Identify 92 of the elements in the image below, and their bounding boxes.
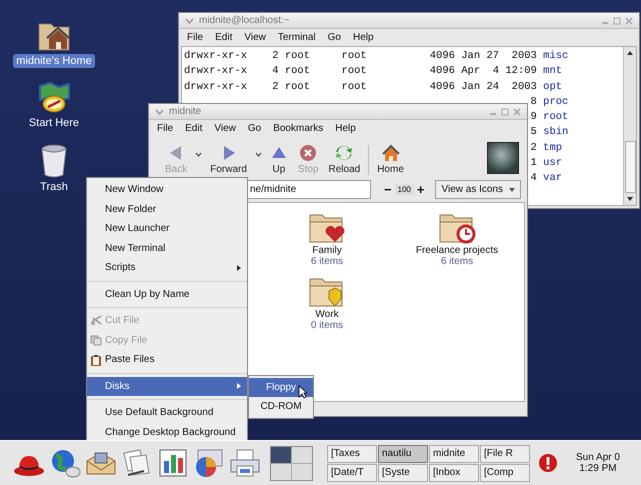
folder-name[interactable]: Family: [312, 245, 342, 256]
taskbar-button[interactable]: [Taxes: [327, 444, 377, 462]
directory-name: mnt: [543, 64, 562, 80]
terminal-text: 9: [530, 111, 537, 124]
taskbar-button[interactable]: [Comp: [480, 464, 530, 482]
terminal-text: 1: [530, 157, 537, 170]
directory-name: misc: [543, 49, 568, 64]
reload-icon: [335, 144, 354, 162]
menu-item[interactable]: Use Default Background: [87, 403, 247, 422]
terminal-text: drwxr-xr-x 4 root root 4096 Apr 4 12:09: [184, 65, 537, 78]
menu-item[interactable]: CD-ROM: [249, 397, 313, 416]
taskbar-button[interactable]: [File R: [480, 444, 530, 462]
clock[interactable]: Sun Apr 0 1:29 PM: [576, 452, 620, 474]
directory-name: sbin: [543, 125, 568, 140]
activity-indicator: [487, 142, 519, 174]
taskbar-button[interactable]: midnite: [429, 444, 479, 462]
directory-name: opt: [543, 80, 562, 95]
menu-item[interactable]: Go: [328, 32, 341, 43]
view-mode-dropdown[interactable]: View as Icons: [435, 180, 521, 199]
directory-name: proc: [543, 94, 568, 110]
taskbar-button[interactable]: nautilu: [378, 444, 428, 462]
menu-item[interactable]: View: [244, 32, 266, 43]
menu-item[interactable]: Floppy: [249, 378, 313, 397]
submenu-arrow-icon: [237, 383, 241, 390]
terminal-text: 8: [530, 96, 537, 108]
desktop-icon-label[interactable]: Start Here: [26, 116, 82, 130]
toolbar-button[interactable]: Up: [268, 144, 290, 175]
menu-item[interactable]: Help: [335, 123, 356, 134]
trash-icon[interactable]: [40, 144, 68, 178]
alert-icon[interactable]: [538, 453, 558, 473]
menu-item[interactable]: Change Desktop Background: [87, 422, 247, 442]
dropdown-caret-icon: [509, 186, 515, 192]
zoom-out-button[interactable]: −: [384, 182, 392, 197]
menu-item[interactable]: Paste Files: [87, 350, 247, 370]
desktop-icon-label[interactable]: Trash: [37, 180, 71, 194]
directory-name: var: [543, 171, 562, 186]
terminal-text: 2: [530, 142, 537, 154]
desktop-icon-label[interactable]: midnite's Home: [13, 54, 95, 68]
toolbar-button[interactable]: Forward: [208, 144, 249, 175]
dropdown-caret-icon[interactable]: [195, 152, 202, 157]
menu-item[interactable]: New Folder: [87, 200, 247, 219]
taskbar-button[interactable]: [Date/T: [327, 464, 377, 482]
item-count: 6 items: [440, 256, 474, 267]
menu-item[interactable]: New Launcher: [87, 219, 247, 238]
menu-item[interactable]: Edit: [185, 123, 202, 134]
compass-map-icon[interactable]: [37, 80, 71, 114]
directory-name: root: [543, 110, 568, 126]
item-count: 6 items: [310, 256, 344, 267]
menu-item[interactable]: Help: [353, 32, 374, 43]
mouse-pointer-icon: [298, 385, 307, 399]
printer-icon[interactable]: [228, 447, 262, 479]
directory-name: usr: [543, 156, 562, 172]
copy-icon: [90, 334, 102, 346]
menu-item[interactable]: File: [157, 123, 174, 134]
scroll-up-icon[interactable]: [626, 49, 634, 57]
submenu-arrow-icon: [237, 264, 241, 271]
scroll-down-icon[interactable]: [626, 195, 634, 203]
taskbar-button[interactable]: [Syste: [378, 464, 428, 482]
menu-item[interactable]: Disks: [87, 376, 247, 396]
terminal-text: drwxr-xr-x 2 root root 4096 Jan 27 2003: [184, 50, 537, 62]
toolbar-button[interactable]: Home: [375, 144, 406, 175]
window-title: midnite: [169, 106, 202, 117]
dropdown-caret-icon[interactable]: [254, 152, 262, 157]
menu-item[interactable]: Clean Up by Name: [87, 284, 247, 304]
stop-icon: [299, 144, 318, 162]
terminal-text: 5: [530, 126, 537, 138]
scrollbar[interactable]: [623, 47, 636, 205]
clipboard-icon: [90, 354, 102, 366]
zoom-in-button[interactable]: +: [416, 182, 424, 197]
menu-item[interactable]: New Window: [87, 180, 247, 200]
menu-item[interactable]: Bookmarks: [273, 123, 324, 134]
menu-item[interactable]: Terminal: [278, 32, 316, 43]
taskbar-button[interactable]: [Inbox: [429, 464, 479, 482]
directory-name: tmp: [543, 140, 562, 156]
window-title: midnite@localhost:~: [199, 15, 290, 26]
terminal-text: 4: [530, 172, 537, 184]
location-field[interactable]: ne/midnite: [245, 180, 371, 199]
menu-item[interactable]: Scripts: [87, 258, 247, 278]
menu-item[interactable]: View: [214, 123, 236, 134]
folder-name[interactable]: Freelance projects: [416, 245, 498, 256]
toolbar-button[interactable]: Reload: [326, 144, 362, 175]
menu-item[interactable]: Edit: [215, 32, 232, 43]
menu-item[interactable]: File: [187, 32, 204, 43]
zoom-level: 100: [394, 184, 414, 195]
item-count: 0 items: [310, 320, 344, 331]
house-icon: [382, 144, 400, 162]
menu-item[interactable]: Go: [248, 123, 262, 134]
menu-item[interactable]: New Terminal: [87, 238, 247, 258]
terminal-text: drwxr-xr-x 2 root root 4096 Jan 24 2003: [184, 80, 537, 93]
folder-name[interactable]: Work: [315, 309, 339, 320]
scissors-icon: [90, 315, 102, 326]
workspace-switcher[interactable]: [270, 446, 313, 480]
